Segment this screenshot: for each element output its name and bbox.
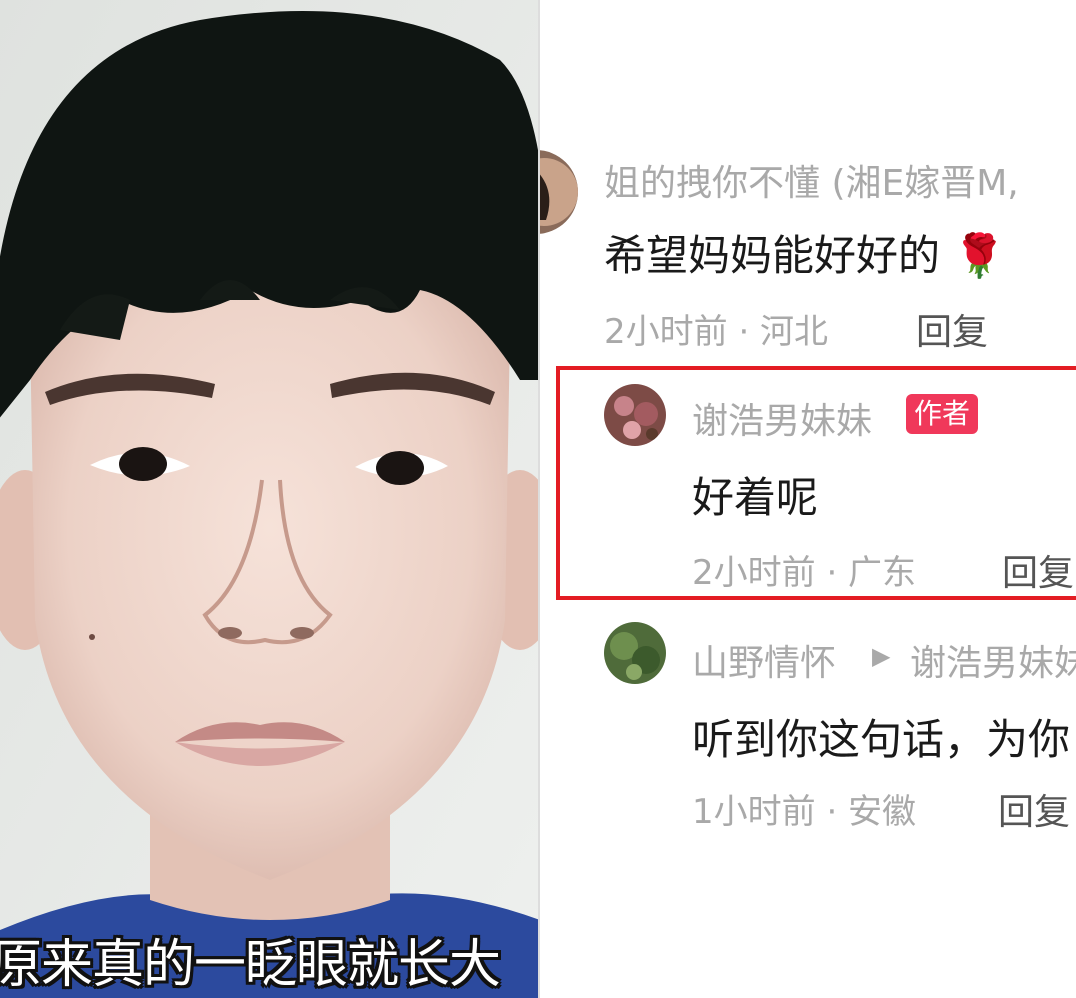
comment-text: 听到你这句话，为你 bbox=[692, 715, 1071, 764]
avatar[interactable] bbox=[604, 622, 666, 684]
avatar[interactable] bbox=[604, 384, 666, 446]
reply-button[interactable]: 回复 bbox=[1002, 544, 1074, 596]
comment-meta: 2小时前 · 广东 bbox=[692, 553, 917, 593]
portrait-illustration bbox=[0, 0, 540, 998]
reply-button[interactable]: 回复 bbox=[916, 303, 988, 355]
comment-username[interactable]: 姐的拽你不懂 (湘E嫁晋M, bbox=[604, 154, 1019, 206]
comment-text: 希望妈妈能好好的 🌹 bbox=[604, 231, 1006, 280]
reply-to-username[interactable]: 谢浩男妹妹 bbox=[910, 634, 1076, 686]
reply-button[interactable]: 回复 bbox=[998, 783, 1070, 835]
comment-text: 好着呢 bbox=[692, 473, 819, 522]
avatar[interactable] bbox=[540, 150, 578, 234]
comment-meta: 1小时前 · 安徽 bbox=[692, 792, 917, 832]
reply-arrow-icon: ▶ bbox=[872, 642, 891, 670]
comment-list: 姐的拽你不懂 (湘E嫁晋M, 希望妈妈能好好的 🌹 2小时前 · 河北 回复 谢… bbox=[540, 0, 1076, 998]
comment-username[interactable]: 山野情怀 bbox=[692, 634, 836, 686]
comment-username[interactable]: 谢浩男妹妹 bbox=[692, 392, 872, 444]
video-subtitle: 原来真的一眨眼就长大 bbox=[0, 935, 501, 995]
author-badge: 作者 bbox=[906, 394, 979, 434]
comment-meta: 2小时前 · 河北 bbox=[604, 312, 829, 352]
portrait-photo: 原来真的一眨眼就长大 bbox=[0, 0, 540, 998]
